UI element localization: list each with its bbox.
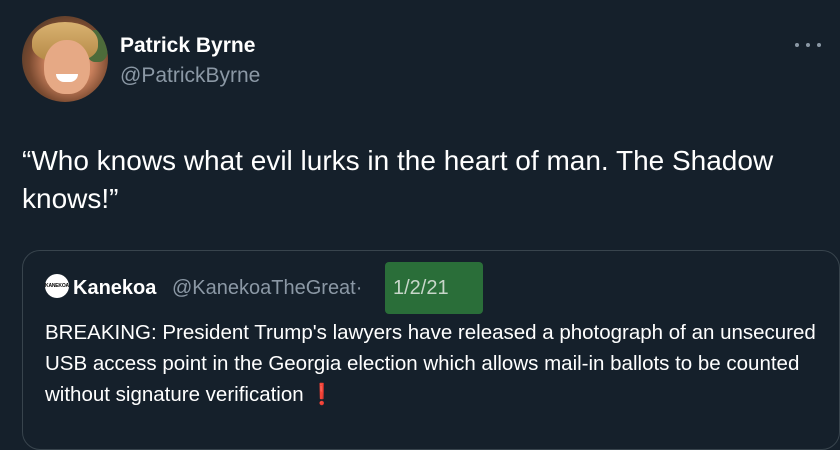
quoted-date[interactable]: 1/2/21: [393, 277, 449, 300]
more-horizontal-icon[interactable]: [795, 38, 821, 52]
quoted-handle-text: @KanekoaTheGreat: [172, 277, 356, 299]
more-dot: [806, 43, 810, 47]
avatar-face: [44, 40, 90, 94]
quoted-text-body: BREAKING: President Trump's lawyers have…: [45, 321, 816, 406]
author-handle[interactable]: @PatrickByrne: [120, 64, 260, 88]
quoted-author-handle[interactable]: @KanekoaTheGreat·: [172, 277, 362, 300]
more-dot: [795, 43, 799, 47]
quoted-author-avatar[interactable]: KANEKOA: [45, 274, 69, 298]
author-name[interactable]: Patrick Byrne: [120, 34, 255, 58]
tweet-card: Patrick Byrne @PatrickByrne “Who knows w…: [0, 0, 840, 450]
tweet-text: “Who knows what evil lurks in the heart …: [22, 145, 774, 214]
exclamation-emoji-icon: ❗: [309, 383, 335, 406]
author-avatar[interactable]: [22, 16, 108, 102]
quoted-tweet-text: BREAKING: President Trump's lawyers have…: [45, 317, 835, 410]
more-dot: [817, 43, 821, 47]
quoted-separator: ·: [355, 277, 363, 299]
quoted-tweet[interactable]: KANEKOA Kanekoa @KanekoaTheGreat· 1/2/21…: [22, 250, 840, 450]
quoted-author-name[interactable]: Kanekoa: [73, 277, 156, 300]
